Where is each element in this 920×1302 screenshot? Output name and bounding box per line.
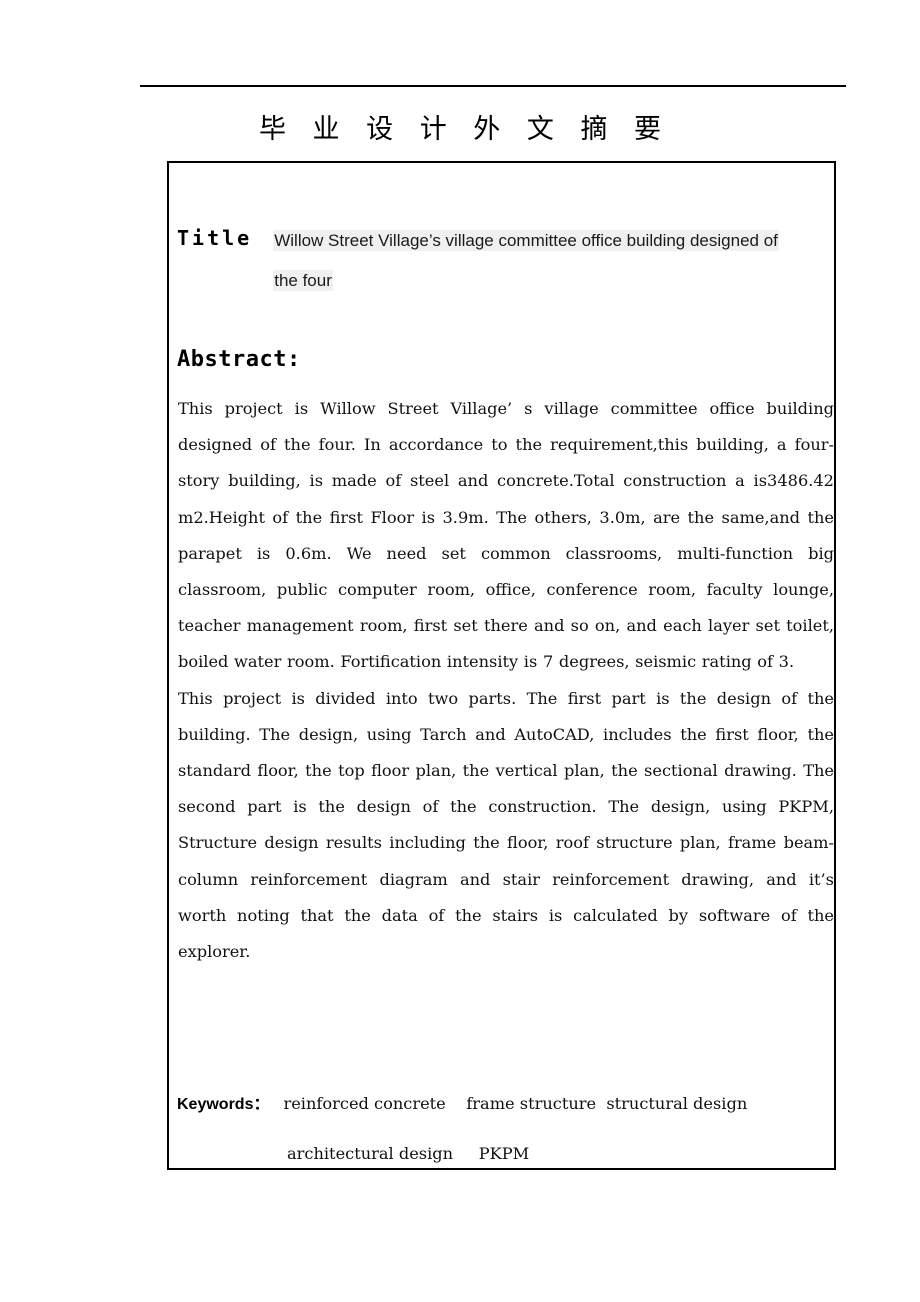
title-label: Title — [177, 226, 253, 250]
abstract-paragraph-2: This project is divided into two parts. … — [178, 688, 834, 962]
abstract-form-box: Title Willow Street Village’s village co… — [167, 161, 836, 1170]
title-field-line-2: the four — [274, 271, 332, 290]
abstract-heading: Abstract: — [177, 347, 301, 372]
title-field-line-1: Willow Street Village’s village committe… — [274, 231, 778, 250]
abstract-box-inner: Title Willow Street Village’s village co… — [177, 163, 834, 1169]
title-field[interactable]: Willow Street Village’s village committe… — [274, 221, 830, 301]
keywords-label: Keywords： — [177, 1096, 270, 1113]
keywords-block: Keywords： reinforced concrete frame stru… — [177, 1089, 830, 1169]
page-title: 毕 业 设 计 外 文 摘 要 — [258, 114, 671, 145]
keywords-terms-line-2: architectural design PKPM — [287, 1144, 530, 1163]
header-rule — [140, 85, 846, 87]
document-page: 毕 业 设 计 外 文 摘 要 Title Willow Street Vill… — [0, 0, 920, 1302]
keywords-terms-line-1: reinforced concrete frame structure stru… — [283, 1094, 748, 1113]
abstract-paragraph-1: This project is Willow Street Village’ s… — [178, 399, 834, 672]
abstract-body: This project is Willow Street Village’ s… — [178, 391, 834, 970]
title-row: Title Willow Street Village’s village co… — [177, 221, 830, 301]
keywords-line-1: Keywords： reinforced concrete frame stru… — [177, 1089, 830, 1120]
